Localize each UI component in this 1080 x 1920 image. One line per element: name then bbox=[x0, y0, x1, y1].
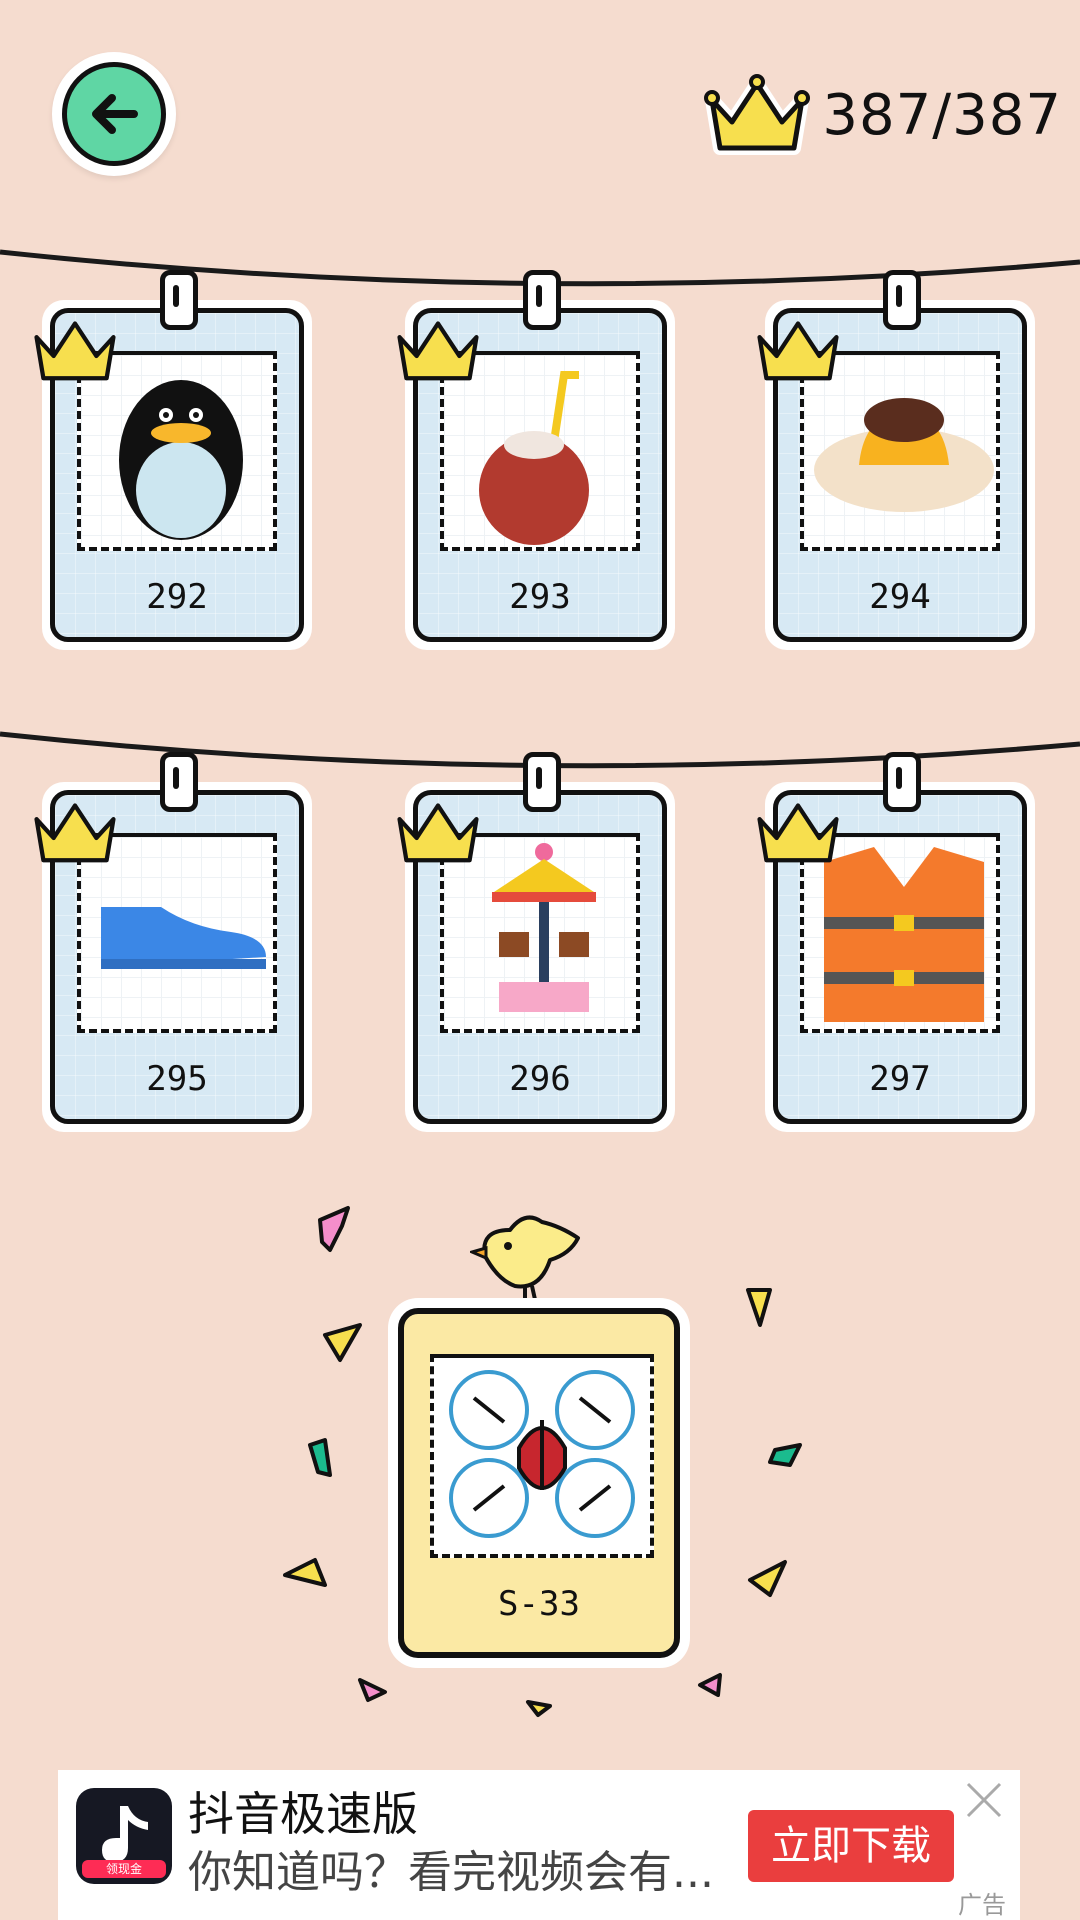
arrow-left-icon bbox=[92, 94, 138, 134]
crown-icon bbox=[34, 803, 116, 863]
score-count: 387/387 bbox=[822, 82, 1062, 148]
collection-card[interactable]: 297 bbox=[757, 752, 1035, 1132]
card-number: 295 bbox=[146, 1059, 208, 1099]
card-clip bbox=[160, 752, 198, 812]
drone-icon bbox=[449, 1370, 635, 1538]
card-number: 293 bbox=[509, 577, 571, 617]
crown-icon bbox=[757, 803, 839, 863]
crown-icon bbox=[34, 321, 116, 381]
card-number: 294 bbox=[869, 577, 931, 617]
card-clip bbox=[523, 752, 561, 812]
card-clip bbox=[523, 270, 561, 330]
back-button[interactable] bbox=[52, 52, 176, 176]
featured-card[interactable]: S-33 bbox=[398, 1308, 680, 1658]
collection-card[interactable]: 292 bbox=[34, 270, 312, 650]
card-clip bbox=[883, 752, 921, 812]
collection-card[interactable]: 296 bbox=[397, 752, 675, 1132]
ad-description: 你知道吗？看完视频会有... bbox=[188, 1847, 714, 1898]
ad-banner[interactable]: 领现金 抖音极速版 你知道吗？看完视频会有... 立即下载 广告 bbox=[58, 1770, 1020, 1920]
bird-icon bbox=[470, 1215, 580, 1305]
close-icon[interactable] bbox=[962, 1778, 1006, 1822]
card-number: 292 bbox=[146, 577, 208, 617]
crown-score: 387/387 bbox=[702, 70, 1062, 160]
featured-card-number: S-33 bbox=[498, 1584, 580, 1624]
ad-app-name: 抖音极速版 bbox=[188, 1787, 418, 1841]
app-icon[interactable]: 领现金 bbox=[76, 1788, 172, 1884]
card-number: 296 bbox=[509, 1059, 571, 1099]
crown-icon bbox=[397, 803, 479, 863]
featured-photo bbox=[430, 1354, 654, 1558]
crown-icon bbox=[757, 321, 839, 381]
card-number: 297 bbox=[869, 1059, 931, 1099]
crown-icon bbox=[397, 321, 479, 381]
app-icon-tag: 领现金 bbox=[82, 1860, 166, 1878]
collection-card[interactable]: 295 bbox=[34, 752, 312, 1132]
ad-label: 广告 bbox=[958, 1891, 1006, 1919]
download-button[interactable]: 立即下载 bbox=[748, 1810, 954, 1882]
collection-card[interactable]: 293 bbox=[397, 270, 675, 650]
card-clip bbox=[883, 270, 921, 330]
collection-card[interactable]: 294 bbox=[757, 270, 1035, 650]
card-clip bbox=[160, 270, 198, 330]
crown-icon bbox=[704, 74, 811, 155]
